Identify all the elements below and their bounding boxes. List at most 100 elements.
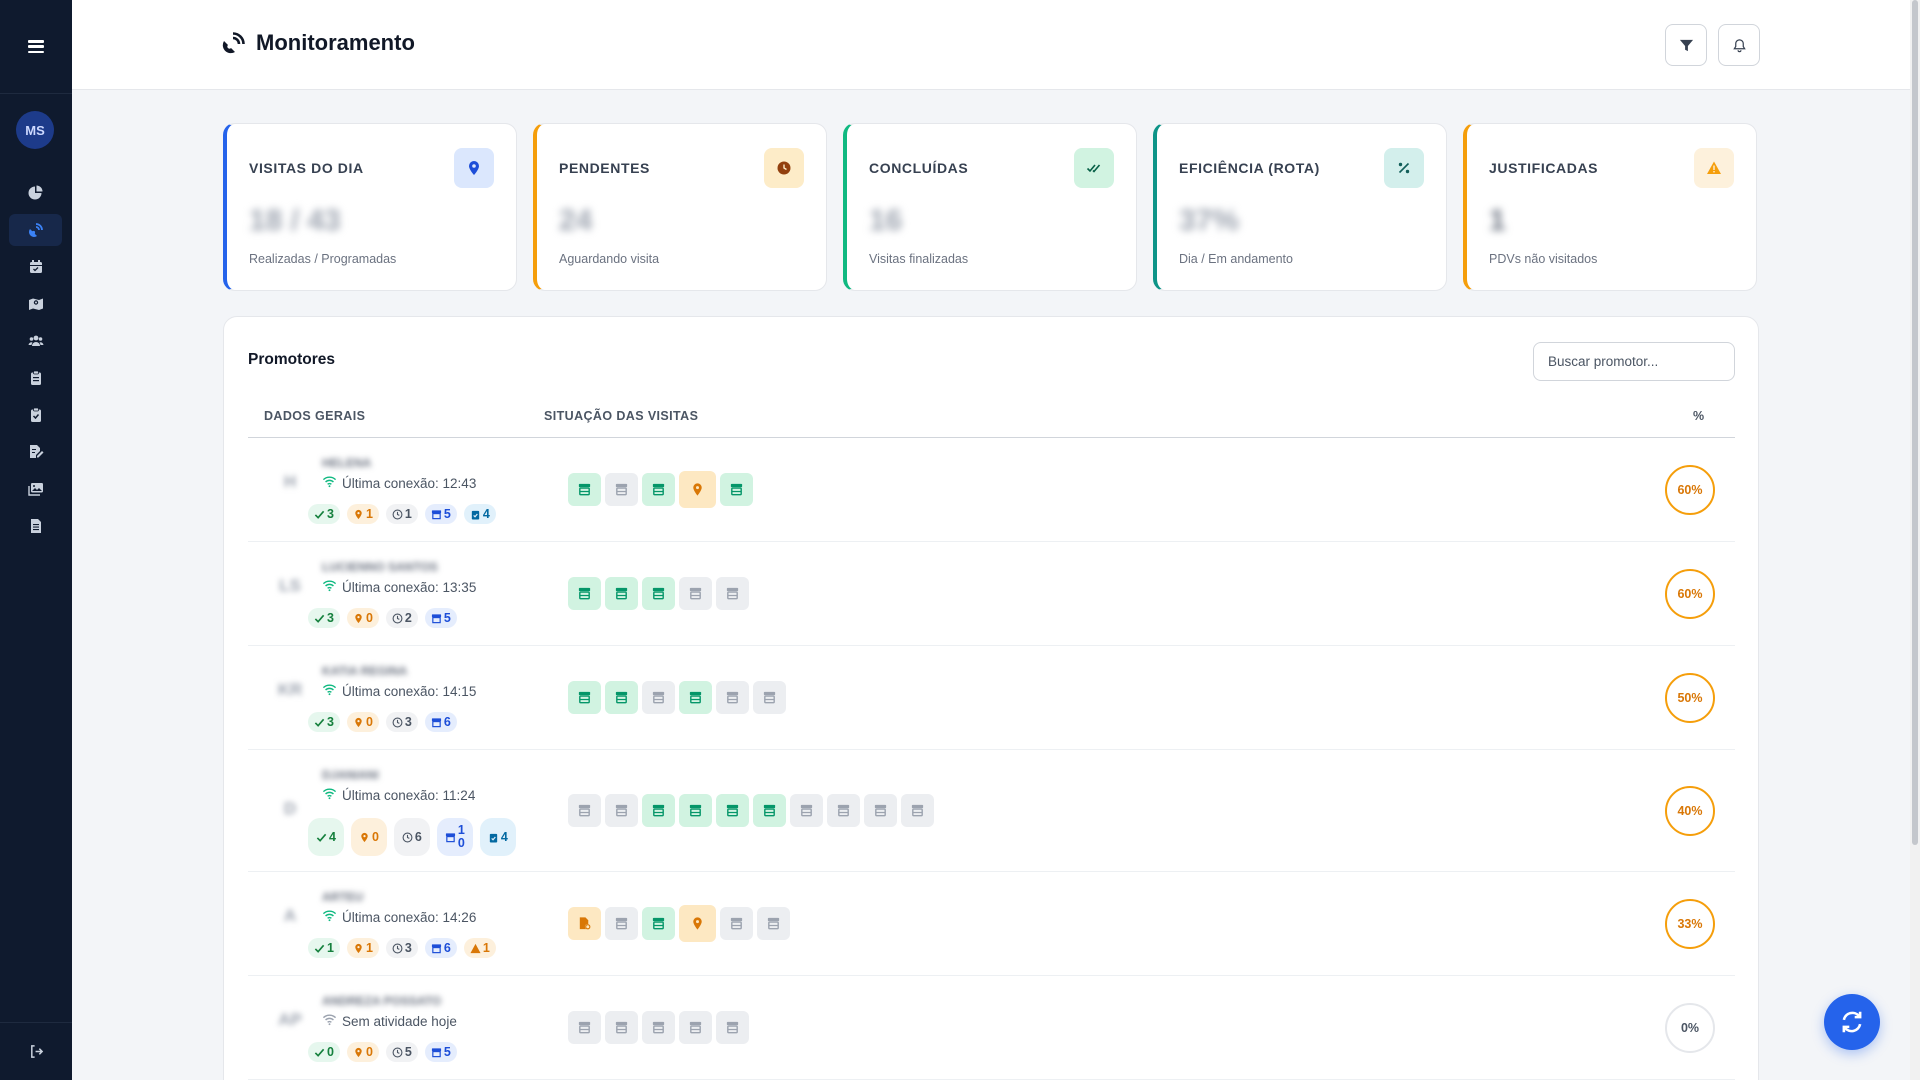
wifi-icon	[322, 474, 337, 492]
visit-status-done[interactable]	[568, 577, 601, 610]
promotor-name: DJANIANI	[322, 768, 379, 782]
menu-toggle-button[interactable]	[0, 0, 72, 94]
page-title: Monitoramento	[256, 30, 415, 55]
stat-card-pendentes: PENDENTES 24 Aguardando visita	[533, 123, 827, 291]
promotores-panel: Promotores DADOS GERAIS SITUAÇÃO DAS VIS…	[223, 316, 1759, 1080]
promotor-row[interactable]: AP ANDREZA POSSATO Sem atividade hoje 0 …	[248, 976, 1735, 1080]
logout-button[interactable]	[0, 1022, 72, 1080]
visit-status-done[interactable]	[679, 681, 712, 714]
visit-status-done[interactable]	[605, 577, 638, 610]
stat-label: EFICIÊNCIA (ROTA)	[1179, 160, 1320, 176]
badge-location: 0	[350, 818, 387, 856]
sidebar-item-galeria[interactable]	[9, 473, 62, 505]
satellite-dish-icon	[222, 32, 245, 54]
sidebar-item-relatorios[interactable]	[9, 510, 62, 542]
connection-status: Última conexão: 12:43	[322, 474, 476, 492]
visit-status-done[interactable]	[753, 794, 786, 827]
visit-status-done[interactable]	[642, 577, 675, 610]
promotor-row[interactable]: H HELENA Última conexão: 12:43 3 1 154 6…	[248, 438, 1735, 542]
visit-status-pending[interactable]	[679, 1011, 712, 1044]
badge-done: 3	[308, 504, 340, 524]
visit-status-pending[interactable]	[753, 681, 786, 714]
completion-percent: 60%	[1665, 569, 1715, 619]
visit-status-pending[interactable]	[568, 1011, 601, 1044]
visit-status-pending[interactable]	[716, 681, 749, 714]
panel-title: Promotores	[248, 351, 335, 368]
badge-location: 1	[346, 504, 379, 524]
completion-percent: 0%	[1665, 1003, 1715, 1053]
page-title-wrap: Monitoramento	[222, 30, 415, 56]
stat-value: 37%	[1179, 204, 1240, 237]
visit-status-pending[interactable]	[679, 577, 712, 610]
sidebar-item-monitoramento[interactable]	[9, 214, 62, 246]
bell-icon	[1732, 38, 1746, 52]
sidebar-item-equipe[interactable]	[9, 325, 62, 357]
sidebar-item-checklist[interactable]	[9, 399, 62, 431]
column-header-percent: %	[1693, 409, 1705, 423]
visit-status-done[interactable]	[568, 681, 601, 714]
promotor-row[interactable]: LS LUCIENNO SANTOS Última conexão: 13:35…	[248, 542, 1735, 646]
completion-percent: 60%	[1665, 465, 1715, 515]
promotor-initials: AP	[278, 1010, 302, 1029]
visit-status-done[interactable]	[642, 473, 675, 506]
visit-status-pending[interactable]	[605, 473, 638, 506]
visit-status-pending[interactable]	[716, 1011, 749, 1044]
badge-location: 0	[346, 608, 379, 628]
promotor-badges: 0 0 55	[308, 1042, 457, 1062]
badge-pending: 6	[393, 818, 430, 856]
promotor-name: KATIA REGINA	[322, 664, 408, 678]
search-promotor-input[interactable]	[1533, 342, 1735, 381]
promotor-name: ANDREZA POSSATO	[322, 994, 442, 1008]
visit-status-done[interactable]	[605, 681, 638, 714]
visit-status-pending[interactable]	[827, 794, 860, 827]
map-icon	[28, 298, 43, 310]
visit-status-done[interactable]	[716, 794, 749, 827]
visit-status-pending[interactable]	[716, 577, 749, 610]
promotor-badges: 3 0 25	[308, 608, 457, 628]
sidebar-item-mapa[interactable]	[9, 288, 62, 320]
visit-status-pending[interactable]	[790, 794, 823, 827]
notifications-button[interactable]	[1718, 24, 1760, 66]
clock-icon	[764, 148, 804, 188]
visit-status-in-location[interactable]	[679, 905, 716, 942]
badge-total: 5	[424, 608, 457, 628]
promotor-row[interactable]: D DJANIANI Última conexão: 11:24 4 0 610…	[248, 750, 1735, 872]
visit-status-pending[interactable]	[720, 907, 753, 940]
sidebar-item-dashboard[interactable]	[9, 177, 62, 209]
visit-status-done[interactable]	[642, 794, 675, 827]
sidebar-item-formularios[interactable]	[9, 436, 62, 468]
header: Monitoramento	[72, 0, 1910, 90]
promotor-initials: D	[283, 799, 297, 818]
avatar[interactable]: MS	[16, 111, 54, 149]
visit-status-pending[interactable]	[568, 794, 601, 827]
warning-icon	[1694, 148, 1734, 188]
visit-status-pending[interactable]	[605, 1011, 638, 1044]
visit-status-pending[interactable]	[757, 907, 790, 940]
visit-status-done[interactable]	[720, 473, 753, 506]
visit-status-done[interactable]	[568, 473, 601, 506]
page-scrollbar[interactable]	[1910, 0, 1920, 1080]
visit-status-in-location[interactable]	[679, 471, 716, 508]
scrollbar-thumb[interactable]	[1912, 0, 1918, 845]
stat-value: 16	[869, 204, 903, 237]
visit-status-pending[interactable]	[605, 794, 638, 827]
visit-status-pending[interactable]	[901, 794, 934, 827]
filter-button[interactable]	[1665, 24, 1707, 66]
visit-status-justified[interactable]	[568, 907, 601, 940]
promotor-row[interactable]: A ARTEU Última conexão: 14:26 1 1 361 33…	[248, 872, 1735, 976]
hamburger-icon	[28, 40, 44, 53]
visit-status-pending[interactable]	[605, 907, 638, 940]
visit-status-pending[interactable]	[864, 794, 897, 827]
badge-location: 0	[346, 1042, 379, 1062]
users-icon	[28, 335, 43, 346]
refresh-button[interactable]	[1824, 994, 1880, 1050]
visit-status-done[interactable]	[642, 907, 675, 940]
badge-checklist: 4	[479, 818, 516, 856]
stat-subtitle: Visitas finalizadas	[869, 252, 969, 266]
sidebar-item-agenda[interactable]	[9, 251, 62, 283]
visit-status-pending[interactable]	[642, 1011, 675, 1044]
visit-status-pending[interactable]	[642, 681, 675, 714]
sidebar-item-tarefas[interactable]	[9, 362, 62, 394]
visit-status-done[interactable]	[679, 794, 712, 827]
promotor-row[interactable]: KR KATIA REGINA Última conexão: 14:15 3 …	[248, 646, 1735, 750]
